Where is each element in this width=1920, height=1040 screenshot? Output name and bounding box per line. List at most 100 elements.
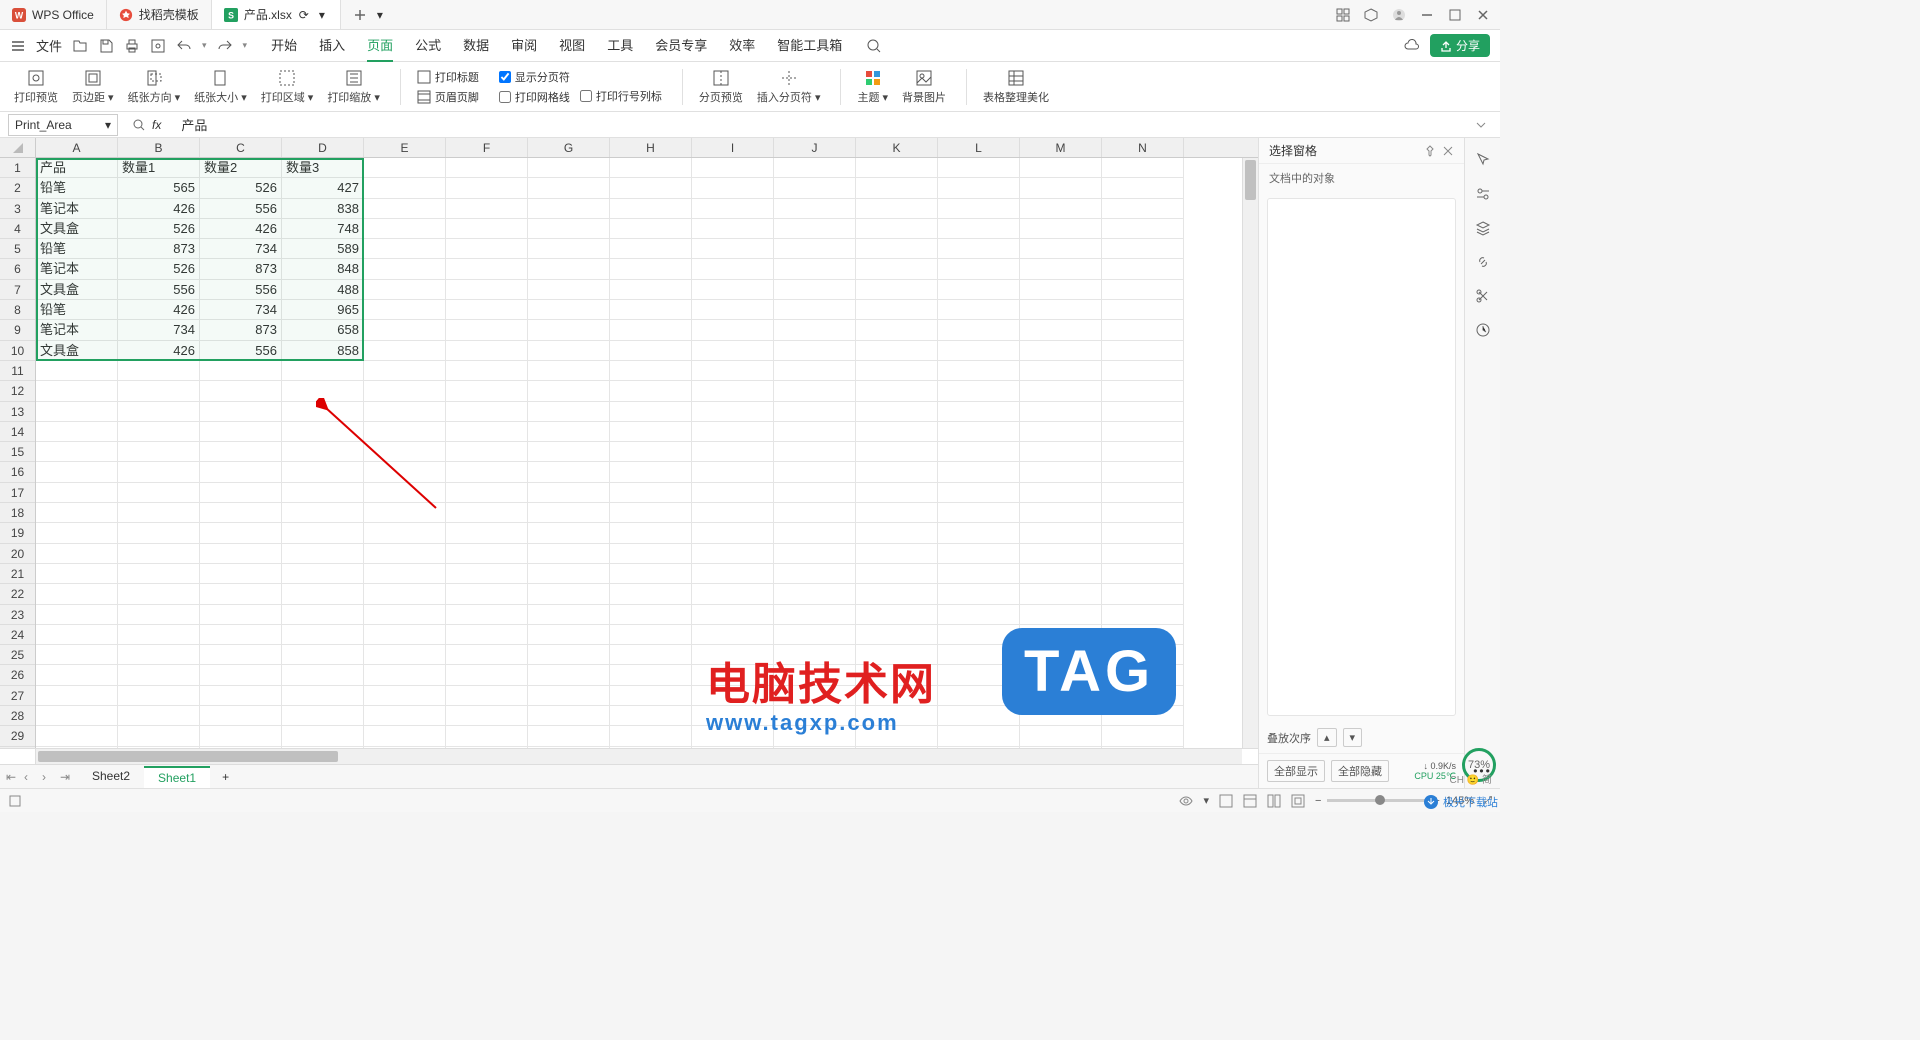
cell[interactable]	[610, 747, 692, 748]
cell[interactable]	[856, 280, 938, 300]
cell-grid[interactable]: 产品数量1数量2数量3铅笔565526427笔记本426556838文具盒526…	[36, 158, 1242, 748]
cell[interactable]	[364, 422, 446, 442]
cell[interactable]	[200, 442, 282, 462]
print-preview-button[interactable]: 打印预览	[14, 69, 58, 105]
cell[interactable]	[1102, 259, 1184, 279]
cell[interactable]	[528, 178, 610, 198]
menu-tab[interactable]: 视图	[559, 29, 585, 62]
cell[interactable]: 658	[282, 320, 364, 340]
cell[interactable]	[610, 523, 692, 543]
cell[interactable]	[692, 280, 774, 300]
cell[interactable]	[1102, 483, 1184, 503]
layers-icon[interactable]	[1475, 220, 1491, 236]
cell[interactable]	[1102, 422, 1184, 442]
cell[interactable]: 526	[118, 219, 200, 239]
view-normal-icon[interactable]	[1219, 794, 1233, 808]
cell[interactable]	[118, 747, 200, 748]
cell[interactable]: 数量3	[282, 158, 364, 178]
cell[interactable]	[282, 706, 364, 726]
cell[interactable]	[364, 462, 446, 482]
row-header[interactable]: 30	[0, 747, 35, 748]
cell[interactable]	[774, 584, 856, 604]
cell[interactable]	[774, 199, 856, 219]
cell[interactable]	[856, 442, 938, 462]
cell[interactable]	[610, 605, 692, 625]
cell[interactable]	[692, 625, 774, 645]
cell[interactable]	[528, 645, 610, 665]
cell[interactable]	[36, 402, 118, 422]
cell[interactable]	[774, 280, 856, 300]
cell[interactable]	[1020, 462, 1102, 482]
cell[interactable]	[692, 300, 774, 320]
cell[interactable]	[1102, 219, 1184, 239]
row-header[interactable]: 5	[0, 239, 35, 259]
cell[interactable]	[282, 402, 364, 422]
cell[interactable]	[856, 665, 938, 685]
cell[interactable]	[856, 158, 938, 178]
cell[interactable]	[364, 402, 446, 422]
cell[interactable]	[610, 259, 692, 279]
pane-object-list[interactable]	[1267, 198, 1456, 716]
cell[interactable]	[774, 544, 856, 564]
cell[interactable]: 文具盒	[36, 219, 118, 239]
cell[interactable]	[528, 625, 610, 645]
cell[interactable]	[36, 442, 118, 462]
cell[interactable]	[692, 645, 774, 665]
cell[interactable]	[610, 665, 692, 685]
cell[interactable]	[1020, 381, 1102, 401]
collapse-icon[interactable]	[1474, 118, 1488, 132]
cell[interactable]	[774, 747, 856, 748]
vertical-scrollbar[interactable]	[1242, 158, 1258, 748]
row-header[interactable]: 11	[0, 361, 35, 381]
avatar-icon[interactable]	[1392, 8, 1406, 22]
cell[interactable]	[118, 361, 200, 381]
cell[interactable]	[692, 564, 774, 584]
cell[interactable]	[692, 320, 774, 340]
cell[interactable]	[36, 726, 118, 746]
cell[interactable]: 838	[282, 199, 364, 219]
status-icon[interactable]	[8, 794, 22, 808]
cell[interactable]	[1102, 442, 1184, 462]
cell[interactable]	[856, 219, 938, 239]
view-layout-icon[interactable]	[1243, 794, 1257, 808]
cell[interactable]	[446, 523, 528, 543]
cell[interactable]	[118, 402, 200, 422]
cell[interactable]	[774, 706, 856, 726]
row-header[interactable]: 1	[0, 158, 35, 178]
cell[interactable]	[528, 300, 610, 320]
cell[interactable]	[856, 686, 938, 706]
cell[interactable]	[774, 422, 856, 442]
cell[interactable]	[856, 199, 938, 219]
cell[interactable]	[282, 442, 364, 462]
cell[interactable]	[446, 341, 528, 361]
row-header[interactable]: 16	[0, 462, 35, 482]
cell[interactable]	[610, 442, 692, 462]
cell[interactable]	[446, 239, 528, 259]
cell[interactable]: 848	[282, 259, 364, 279]
cell[interactable]	[528, 341, 610, 361]
clip-icon[interactable]	[1475, 288, 1491, 304]
cell[interactable]	[282, 747, 364, 748]
cell[interactable]	[446, 665, 528, 685]
cell[interactable]	[282, 503, 364, 523]
select-all-corner[interactable]	[0, 138, 36, 157]
cell[interactable]	[282, 625, 364, 645]
cell[interactable]	[1020, 300, 1102, 320]
cell[interactable]	[692, 706, 774, 726]
cell[interactable]	[1102, 462, 1184, 482]
cell[interactable]	[856, 584, 938, 604]
cell[interactable]	[364, 747, 446, 748]
cell[interactable]	[774, 178, 856, 198]
cell[interactable]	[528, 605, 610, 625]
zoom-icon[interactable]	[132, 118, 146, 132]
row-header[interactable]: 9	[0, 320, 35, 340]
cell[interactable]	[446, 625, 528, 645]
row-header[interactable]: 14	[0, 422, 35, 442]
cell[interactable]	[938, 422, 1020, 442]
cell[interactable]	[364, 219, 446, 239]
cell[interactable]	[856, 605, 938, 625]
row-header[interactable]: 24	[0, 625, 35, 645]
cell[interactable]	[364, 158, 446, 178]
cell[interactable]	[1020, 199, 1102, 219]
cell[interactable]	[200, 462, 282, 482]
